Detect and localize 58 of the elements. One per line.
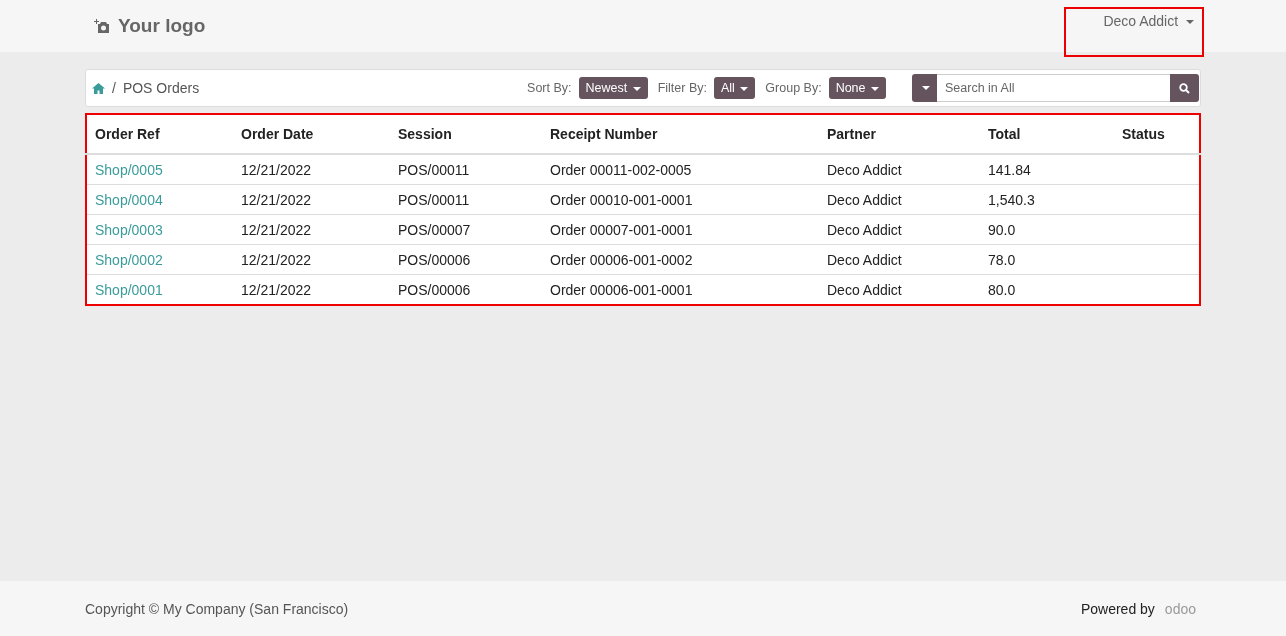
column-header: Order Date bbox=[233, 114, 390, 154]
table-cell: Deco Addict bbox=[827, 251, 902, 268]
logo-text: Your logo bbox=[118, 15, 206, 37]
breadcrumb-separator: / bbox=[112, 80, 116, 96]
home-icon[interactable] bbox=[92, 82, 105, 94]
column-header: Order Ref bbox=[86, 114, 233, 154]
table-cell: 12/21/2022 bbox=[241, 251, 312, 268]
table-cell: POS/00011 bbox=[398, 161, 470, 178]
order-link[interactable]: Shop/0003 bbox=[95, 221, 163, 238]
control-label: Filter By: bbox=[657, 81, 707, 95]
table-cell: 12/21/2022 bbox=[241, 221, 312, 238]
logo[interactable]: Your logo bbox=[94, 15, 206, 37]
table-cell: Deco Addict bbox=[827, 281, 902, 298]
column-header: Session bbox=[390, 114, 542, 154]
table-cell: 12/21/2022 bbox=[241, 191, 312, 208]
table-cell: POS/00006 bbox=[398, 281, 471, 298]
table-cell: POS/00007 bbox=[398, 221, 471, 238]
table-cell: 141.84 bbox=[988, 161, 1031, 178]
table-cell: Order 00007-001-0001 bbox=[550, 221, 693, 238]
order-link[interactable]: Shop/0005 bbox=[95, 161, 163, 178]
control-label: Group By: bbox=[765, 81, 822, 95]
column-header: Receipt Number bbox=[542, 114, 819, 154]
dropdown-button[interactable]: None bbox=[828, 77, 886, 99]
powered-by-text: Powered by bbox=[1080, 600, 1155, 617]
table-cell: Order 00010-001-0001 bbox=[550, 191, 693, 208]
breadcrumb-current: POS Orders bbox=[122, 80, 200, 96]
table-cell: POS/00011 bbox=[398, 191, 470, 208]
search-icon bbox=[1179, 82, 1190, 94]
dropdown-button[interactable]: All bbox=[714, 77, 756, 99]
camera-icon bbox=[94, 18, 112, 34]
search-field[interactable]: Search in All bbox=[937, 74, 1170, 102]
table-cell: Deco Addict bbox=[827, 161, 902, 178]
table-cell: Order 00006-001-0001 bbox=[550, 281, 693, 298]
brand-logo[interactable]: odoo bbox=[1164, 600, 1196, 617]
table-cell: 12/21/2022 bbox=[241, 161, 312, 178]
table-cell: Order 00011-002-0005 bbox=[550, 161, 692, 178]
table-cell: POS/00006 bbox=[398, 251, 471, 268]
copyright-text: Copyright © My Company (San Francisco) bbox=[85, 600, 349, 617]
table-cell: 12/21/2022 bbox=[241, 281, 312, 298]
column-header: Status bbox=[1114, 114, 1200, 154]
order-link[interactable]: Shop/0001 bbox=[95, 281, 163, 298]
table-cell: Order 00006-001-0002 bbox=[550, 251, 693, 268]
table-cell: Deco Addict bbox=[827, 191, 902, 208]
user-menu[interactable]: Deco Addict bbox=[1064, 7, 1204, 57]
control-label: Sort By: bbox=[527, 81, 572, 95]
caret-icon bbox=[1186, 20, 1194, 25]
dropdown-button[interactable]: Newest bbox=[578, 77, 648, 99]
search-filter-button[interactable] bbox=[912, 74, 937, 102]
table-cell: Deco Addict bbox=[827, 221, 902, 238]
column-header: Partner bbox=[819, 114, 980, 154]
order-link[interactable]: Shop/0004 bbox=[95, 191, 163, 208]
table-cell: 80.0 bbox=[988, 281, 1016, 298]
table-cell: 90.0 bbox=[988, 221, 1016, 238]
column-header: Total bbox=[980, 114, 1114, 154]
search-button[interactable] bbox=[1170, 74, 1199, 102]
table-cell: 78.0 bbox=[988, 251, 1016, 268]
table-cell: 1,540.3 bbox=[988, 191, 1035, 208]
order-link[interactable]: Shop/0002 bbox=[95, 251, 163, 268]
